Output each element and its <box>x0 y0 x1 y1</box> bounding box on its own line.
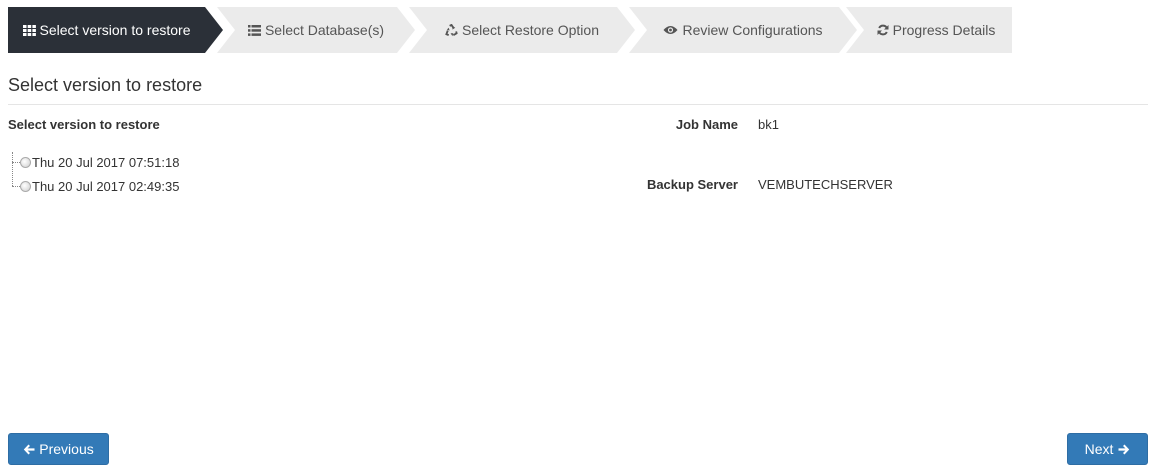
version-radio[interactable] <box>20 180 31 192</box>
backup-server-value: VEMBUTECHSERVER <box>758 177 893 192</box>
step-select-version[interactable]: Select version to restore <box>8 7 223 53</box>
step-label: Select version to restore <box>39 22 191 38</box>
refresh-icon <box>877 24 889 36</box>
restore-wizard-steps: Select version to restore Select Databas… <box>8 7 1012 53</box>
page-title: Select version to restore <box>8 75 203 95</box>
version-option[interactable]: Thu 20 Jul 2017 02:49:35 <box>12 176 179 196</box>
version-option[interactable]: Thu 20 Jul 2017 07:51:18 <box>12 152 179 172</box>
backup-server-label: Backup Server <box>646 177 738 192</box>
tree-connector <box>12 185 20 187</box>
step-review-configurations[interactable]: Review Configurations <box>629 7 857 53</box>
version-radio[interactable] <box>20 156 31 168</box>
previous-button[interactable]: Previous <box>8 433 109 465</box>
version-label: Thu 20 Jul 2017 02:49:35 <box>32 178 180 194</box>
previous-label: Previous <box>39 441 94 457</box>
step-label: Select Database(s) <box>264 22 385 38</box>
next-button[interactable]: Next <box>1067 433 1148 465</box>
step-label: Select Restore Option <box>462 22 599 38</box>
step-label: Review Configurations <box>682 22 823 38</box>
version-tree: Thu 20 Jul 2017 07:51:18 Thu 20 Jul 2017… <box>8 150 308 200</box>
tree-connector <box>12 161 20 163</box>
version-section-heading: Select version to restore <box>8 117 160 132</box>
step-select-restore-option[interactable]: Select Restore Option <box>409 7 635 53</box>
list-icon <box>247 24 261 36</box>
arrow-right-icon <box>1118 444 1130 455</box>
grid-icon <box>22 24 36 36</box>
step-label: Progress Details <box>892 22 996 38</box>
version-label: Thu 20 Jul 2017 07:51:18 <box>32 154 180 170</box>
step-select-databases[interactable]: Select Database(s) <box>217 7 415 53</box>
next-label: Next <box>1084 441 1114 457</box>
arrow-left-icon <box>23 444 35 455</box>
title-divider <box>8 104 1148 105</box>
recycle-icon <box>445 23 458 37</box>
job-name-label: Job Name <box>675 117 738 132</box>
step-progress-details[interactable]: Progress Details <box>846 7 1012 53</box>
eye-icon <box>663 25 678 35</box>
job-name-value: bk1 <box>758 117 779 132</box>
